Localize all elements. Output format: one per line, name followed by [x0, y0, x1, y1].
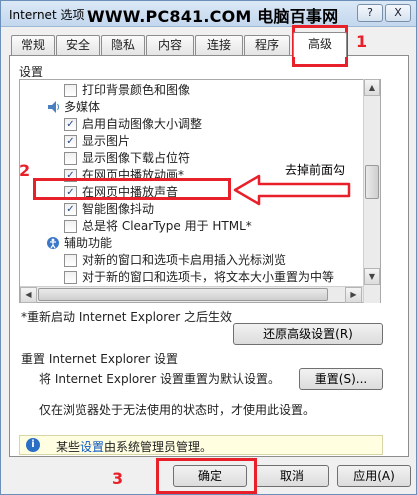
setting-checkbox[interactable]: ✓ — [64, 135, 77, 148]
settings-group-label: 设置 — [19, 65, 44, 79]
title-bar: Internet 选项 WWW.PC841.COM 电脑百事网 ? X — [1, 1, 416, 27]
site-watermark: WWW.PC841.COM 电脑百事网 — [87, 7, 339, 26]
setting-checkbox[interactable]: ✓ — [64, 203, 77, 216]
setting-row[interactable]: 打印背景颜色和图像 — [20, 81, 360, 99]
annotation-box-play-sound — [33, 178, 231, 200]
cancel-button[interactable]: 取消 — [255, 465, 329, 487]
setting-label: 对新的窗口和选项卡启用插入光标浏览 — [82, 253, 287, 267]
annotation-number-3: 3 — [112, 469, 124, 488]
tab-strip: 常规 安全 隐私 内容 连接 程序 高级 — [9, 32, 409, 57]
scroll-left-arrow-icon[interactable]: ◀ — [20, 287, 37, 303]
setting-checkbox[interactable]: ✓ — [64, 118, 77, 131]
settings-horizontal-scrollbar[interactable]: ◀ ▶ — [20, 286, 363, 303]
tab-security[interactable]: 安全 — [56, 35, 100, 56]
setting-checkbox[interactable] — [64, 254, 77, 267]
tab-general[interactable]: 常规 — [11, 35, 55, 56]
setting-row[interactable]: ✓ 启用自动图像大小调整 — [20, 115, 360, 133]
settings-link[interactable]: 设置 — [80, 440, 104, 454]
internet-options-dialog: Internet 选项 WWW.PC841.COM 电脑百事网 ? X 常规 安… — [0, 0, 417, 495]
setting-label: 智能图像抖动 — [82, 202, 155, 216]
category-row: 辅助功能 — [20, 234, 360, 252]
reset-section-title: 重置 Internet Explorer 设置 — [21, 352, 179, 366]
multimedia-icon — [48, 101, 59, 113]
window-title: Internet 选项 — [9, 8, 85, 22]
reset-button[interactable]: 重置(S)... — [299, 368, 383, 390]
setting-checkbox[interactable] — [64, 152, 77, 165]
scroll-right-arrow-icon[interactable]: ▶ — [345, 287, 362, 303]
vertical-scroll-thumb[interactable] — [365, 165, 379, 199]
setting-row[interactable]: 对新的窗口和选项卡启用插入光标浏览 — [20, 251, 360, 269]
annotation-number-2: 2 — [19, 161, 31, 180]
annotation-number-1: 1 — [356, 32, 368, 51]
accessibility-icon — [47, 237, 59, 249]
setting-row[interactable]: ✓ 显示图片 — [20, 132, 360, 150]
category-label: 辅助功能 — [64, 236, 113, 250]
help-button[interactable]: ? — [357, 4, 383, 22]
close-button[interactable]: X — [385, 4, 411, 22]
tab-programs[interactable]: 程序 — [244, 35, 290, 56]
category-label: 多媒体 — [64, 100, 101, 114]
scroll-up-arrow-icon[interactable]: ▲ — [364, 79, 380, 96]
settings-vertical-scrollbar[interactable]: ▲ ▼ — [363, 79, 380, 303]
tab-content[interactable]: 内容 — [146, 35, 194, 56]
category-row: 多媒体 — [20, 98, 360, 116]
setting-label: 对于新的窗口和选项卡，将文本大小重置为中等 — [82, 270, 335, 284]
reset-section-description: 将 Internet Explorer 设置重置为默认设置。 — [39, 372, 281, 386]
info-icon: i — [26, 438, 40, 452]
annotation-arrow-icon — [233, 174, 351, 206]
restore-advanced-button[interactable]: 还原高级设置(R) — [233, 323, 383, 345]
reset-warning-text: 仅在浏览器处于无法使用的状态时，才使用此设置。 — [39, 403, 316, 417]
setting-label: 打印背景颜色和图像 — [82, 83, 191, 97]
annotation-arrow-text: 去掉前面勾 — [285, 161, 346, 178]
info-bar-text: 某些设置由系统管理员管理。 — [56, 440, 213, 454]
setting-label: 启用自动图像大小调整 — [82, 117, 203, 131]
setting-checkbox[interactable] — [64, 271, 77, 284]
admin-info-bar: i 某些设置由系统管理员管理。 — [19, 435, 383, 455]
tab-advanced[interactable]: 高级 — [293, 32, 347, 57]
tab-connections[interactable]: 连接 — [195, 35, 243, 56]
horizontal-scroll-thumb[interactable] — [38, 288, 328, 301]
setting-label: 显示图片 — [82, 134, 131, 148]
annotation-box-ok — [156, 458, 257, 494]
setting-row[interactable]: 总是将 ClearType 用于 HTML* — [20, 217, 360, 235]
apply-button[interactable]: 应用(A) — [337, 465, 411, 487]
setting-label: 显示图像下载占位符 — [82, 151, 191, 165]
setting-checkbox[interactable] — [64, 84, 77, 97]
setting-label: 总是将 ClearType 用于 HTML* — [82, 219, 252, 233]
setting-checkbox[interactable] — [64, 220, 77, 233]
scroll-down-arrow-icon[interactable]: ▼ — [364, 268, 380, 285]
setting-row[interactable]: 对于新的窗口和选项卡，将文本大小重置为中等 — [20, 268, 360, 286]
tab-privacy[interactable]: 隐私 — [101, 35, 145, 56]
restart-note: *重新启动 Internet Explorer 之后生效 — [21, 310, 233, 324]
